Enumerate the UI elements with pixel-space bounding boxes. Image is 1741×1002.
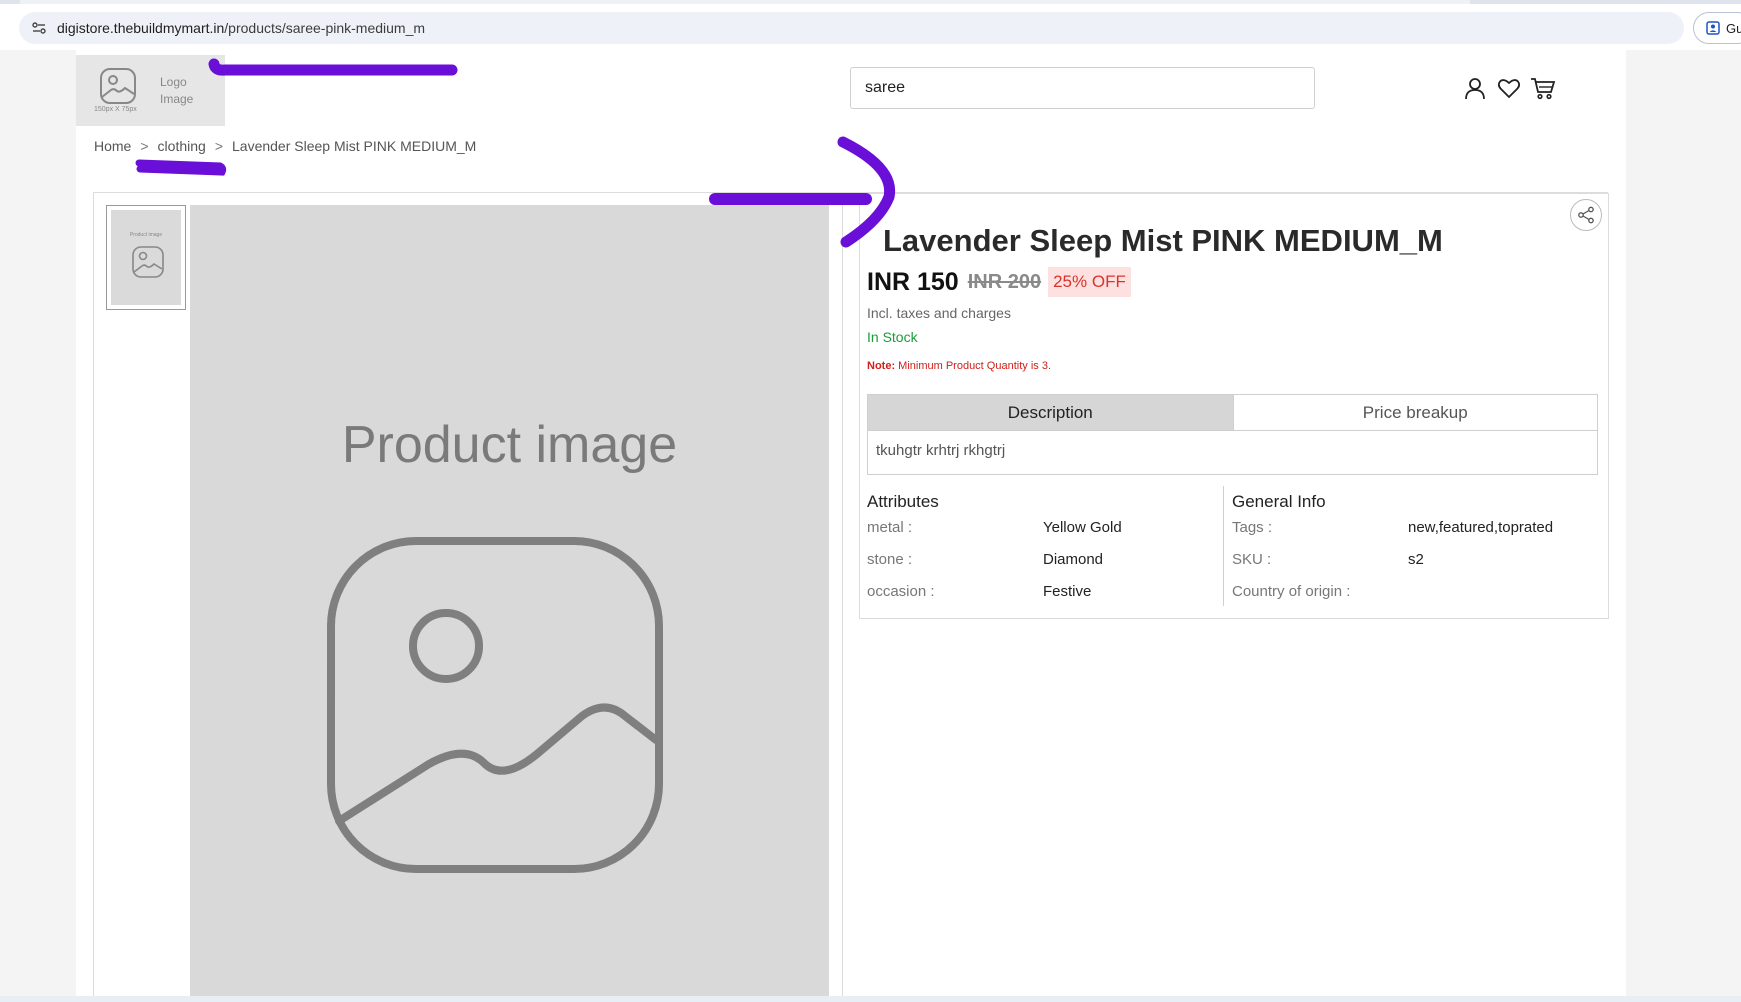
column-divider xyxy=(842,193,843,997)
share-button[interactable] xyxy=(1570,199,1602,231)
product-title: Lavender Sleep Mist PINK MEDIUM_M xyxy=(883,223,1443,258)
breadcrumb-category[interactable]: clothing xyxy=(158,138,206,154)
cart-icon[interactable] xyxy=(1530,75,1556,101)
info-value: new,featured,toprated xyxy=(1408,519,1554,536)
user-icon[interactable] xyxy=(1462,75,1488,101)
profile-icon xyxy=(1706,21,1720,35)
logo-size-note: 150px X 75px xyxy=(94,106,137,113)
min-quantity-note: Note: Minimum Product Quantity is 3. xyxy=(867,360,1051,372)
attribute-row: metal : Yellow Gold xyxy=(867,519,1122,551)
image-placeholder-icon xyxy=(100,68,136,104)
search-input[interactable] xyxy=(850,67,1315,109)
store-page: 150px X 75px Logo Image Home > clothing … xyxy=(76,50,1626,997)
address-bar[interactable]: digistore.thebuildmymart.in/products/sar… xyxy=(19,12,1684,44)
product-info-panel: Lavender Sleep Mist PINK MEDIUM_M INR 15… xyxy=(859,193,1609,619)
tab-strip xyxy=(0,0,1741,4)
note-label: Note: xyxy=(867,360,896,372)
info-divider xyxy=(1223,486,1224,606)
info-row: Country of origin : xyxy=(1232,583,1553,615)
product-section: Product image Product image Lavender Sle… xyxy=(93,192,1609,997)
attributes-heading: Attributes xyxy=(867,492,939,511)
attribute-value: Yellow Gold xyxy=(1043,519,1122,536)
breadcrumb-home[interactable]: Home xyxy=(94,138,131,154)
url-host: digistore.thebuildmymart.in xyxy=(57,20,225,36)
breadcrumb-separator: > xyxy=(140,138,149,154)
general-info-heading: General Info xyxy=(1232,492,1326,511)
discount-badge: 25% OFF xyxy=(1048,267,1131,297)
attribute-value: Festive xyxy=(1043,583,1092,600)
tab-price-breakup[interactable]: Price breakup xyxy=(1232,395,1597,430)
thumbnail-image: Product image xyxy=(111,210,181,305)
url-text: digistore.thebuildmymart.in/products/sar… xyxy=(57,20,425,36)
profile-label: Gu xyxy=(1726,20,1741,36)
share-icon xyxy=(1578,206,1594,224)
attribute-key: metal : xyxy=(867,519,913,536)
url-path: /products/saree-pink-medium_m xyxy=(224,20,426,36)
product-tabs: Description Price breakup tkuhgtr krhtrj… xyxy=(867,394,1598,475)
stock-status: In Stock xyxy=(867,329,918,345)
attribute-row: stone : Diamond xyxy=(867,551,1122,583)
tab-bar: Description Price breakup xyxy=(868,395,1597,431)
image-placeholder-icon xyxy=(327,537,663,873)
profile-button[interactable]: Gu xyxy=(1693,12,1741,44)
product-thumbnail[interactable]: Product image xyxy=(106,205,186,310)
attribute-key: occasion : xyxy=(867,583,935,600)
original-price: INR 200 xyxy=(967,270,1042,293)
general-info-section: General Info Tags : new,featured,toprated… xyxy=(1232,492,1553,615)
main-image-caption: Product image xyxy=(341,416,678,474)
info-key: SKU : xyxy=(1232,551,1272,568)
attribute-row: occasion : Festive xyxy=(867,583,1122,615)
info-value: s2 xyxy=(1408,551,1424,568)
site-settings-icon[interactable] xyxy=(27,16,51,40)
price-row: INR 150 INR 200 25% OFF xyxy=(867,267,1131,297)
logo-text: Logo Image xyxy=(160,75,194,106)
breadcrumb-current: Lavender Sleep Mist PINK MEDIUM_M xyxy=(232,138,477,154)
note-text: Minimum Product Quantity is 3. xyxy=(895,360,1051,372)
main-product-image[interactable]: Product image xyxy=(190,205,829,997)
breadcrumb-separator: > xyxy=(214,138,223,154)
info-row: SKU : s2 xyxy=(1232,551,1553,583)
tab-description[interactable]: Description xyxy=(868,395,1233,430)
store-logo[interactable]: 150px X 75px Logo Image xyxy=(76,55,225,126)
thumbnail-caption: Product image xyxy=(129,232,163,238)
bottom-edge xyxy=(0,996,1741,1002)
current-price: INR 150 xyxy=(867,267,959,296)
info-key: Country of origin : xyxy=(1232,583,1351,600)
attribute-key: stone : xyxy=(867,551,913,568)
tax-note: Incl. taxes and charges xyxy=(867,305,1011,321)
info-row: Tags : new,featured,toprated xyxy=(1232,519,1553,551)
breadcrumb: Home > clothing > Lavender Sleep Mist PI… xyxy=(94,138,476,154)
description-text: tkuhgtr krhtrj rkhgtrj xyxy=(876,442,1006,459)
info-key: Tags : xyxy=(1232,519,1273,536)
browser-toolbar: digistore.thebuildmymart.in/products/sar… xyxy=(0,0,1741,50)
attributes-section: Attributes metal : Yellow Gold stone : Dia… xyxy=(867,492,1122,615)
heart-icon[interactable] xyxy=(1496,75,1522,101)
attribute-value: Diamond xyxy=(1043,551,1104,568)
image-placeholder-icon xyxy=(132,246,164,278)
header-actions xyxy=(1462,75,1556,101)
